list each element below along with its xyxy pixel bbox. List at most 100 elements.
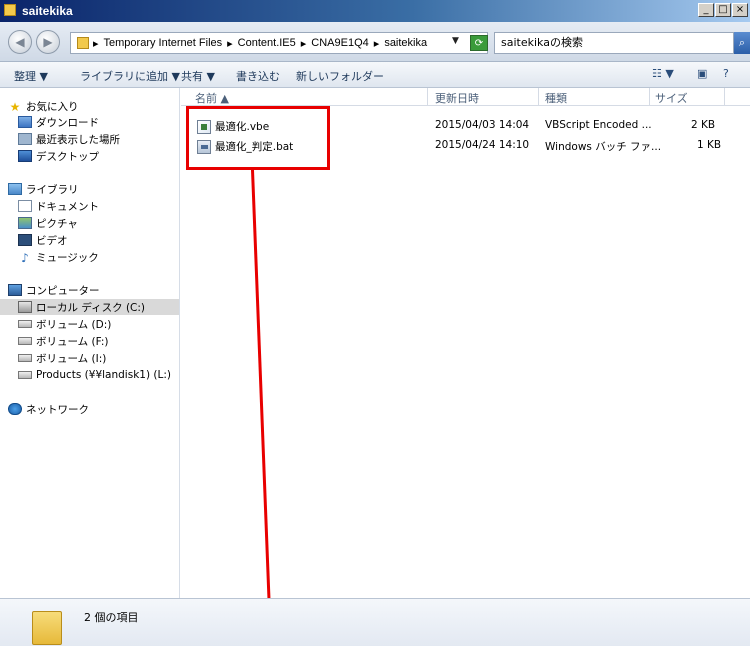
column-divider[interactable] <box>538 88 539 106</box>
nav-volume-d[interactable]: ボリューム (D:) <box>18 316 111 332</box>
column-header-name[interactable]: 名前 ▲ <box>195 90 229 106</box>
breadcrumb-separator: ▸ <box>93 37 99 50</box>
drive-icon <box>18 320 32 328</box>
file-size: 2 KB <box>691 119 716 131</box>
nav-pictures[interactable]: ピクチャ <box>18 215 78 231</box>
network-drive-icon <box>18 371 32 379</box>
breadcrumb-temporary-internet-files[interactable]: Temporary Internet Files <box>104 37 223 49</box>
nav-label: ライブラリ <box>26 183 79 196</box>
nav-volume-i[interactable]: ボリューム (I:) <box>18 350 106 366</box>
address-bar: ◀ ▶ ▸ Temporary Internet Files ▸ Content… <box>0 22 750 62</box>
file-size: 1 KB <box>697 139 722 151</box>
nav-label: ミュージック <box>36 251 99 264</box>
address-field[interactable]: ▸ Temporary Internet Files ▸ Content.IE5… <box>70 32 488 54</box>
network-icon <box>8 403 22 415</box>
nav-label: ボリューム (I:) <box>36 352 107 365</box>
nav-label: コンピューター <box>26 284 100 297</box>
item-count: 2 個の項目 <box>84 611 139 624</box>
picture-icon <box>18 217 32 229</box>
nav-desktop[interactable]: デスクトップ <box>18 148 99 164</box>
nav-recent-places[interactable]: 最近表示した場所 <box>18 131 120 147</box>
breadcrumb-separator: ▸ <box>373 37 380 50</box>
refresh-icon[interactable]: ⟳ <box>470 35 488 51</box>
column-header-size[interactable]: サイズ <box>655 90 688 106</box>
help-icon[interactable]: ? <box>723 67 729 80</box>
nav-label: ボリューム (D:) <box>36 318 112 331</box>
nav-label: ダウンロード <box>36 116 99 129</box>
nav-downloads[interactable]: ダウンロード <box>18 114 99 130</box>
annotation-highlight-box <box>186 106 330 170</box>
nav-computer[interactable]: コンピューター <box>8 282 100 298</box>
forward-button[interactable]: ▶ <box>36 30 60 54</box>
details-pane: 2 個の項目 <box>0 598 750 646</box>
drive-icon <box>18 337 32 345</box>
burn-button[interactable]: 書き込む <box>236 68 280 84</box>
nav-label: お気に入り <box>26 100 79 113</box>
drive-icon <box>18 354 32 362</box>
organize-button[interactable]: 整理 ▼ <box>14 68 48 84</box>
nav-volume-f[interactable]: ボリューム (F:) <box>18 333 108 349</box>
nav-label: 最近表示した場所 <box>36 133 120 146</box>
nav-label: ボリューム (F:) <box>36 335 109 348</box>
document-icon <box>18 200 32 212</box>
nav-label: デスクトップ <box>36 150 99 163</box>
system-drive-icon <box>18 301 32 313</box>
folder-icon <box>4 4 16 16</box>
nav-videos[interactable]: ビデオ <box>18 232 68 248</box>
add-to-library-button[interactable]: ライブラリに追加 ▼ <box>80 68 180 84</box>
folder-large-icon <box>32 611 62 645</box>
video-icon <box>18 234 32 246</box>
nav-label: ネットワーク <box>26 403 89 416</box>
chevron-down-icon[interactable]: ▼ <box>452 36 459 46</box>
download-folder-icon <box>18 116 32 128</box>
minimize-button[interactable]: _ <box>698 3 714 17</box>
maximize-button[interactable]: □ <box>715 3 731 17</box>
search-icon[interactable]: ⌕ <box>734 32 750 54</box>
window-title: saitekika <box>22 4 73 18</box>
breadcrumb-content-ie5[interactable]: Content.IE5 <box>238 37 296 49</box>
nav-products-l[interactable]: Products (¥¥landisk1) (L:) <box>18 367 171 383</box>
nav-label: ビデオ <box>36 234 68 247</box>
close-button[interactable]: × <box>732 3 748 17</box>
column-divider[interactable] <box>724 88 725 106</box>
column-header-date[interactable]: 更新日時 <box>435 90 479 106</box>
file-date: 2015/04/03 14:04 <box>435 119 530 131</box>
breadcrumb-saitekika[interactable]: saitekika <box>384 37 427 49</box>
desktop-icon <box>18 150 32 162</box>
breadcrumb-separator: ▸ <box>227 37 233 50</box>
column-header-row: 名前 ▲ 更新日時 種類 サイズ <box>181 88 750 106</box>
library-icon <box>8 183 22 195</box>
new-folder-button[interactable]: 新しいフォルダー <box>296 68 384 84</box>
breadcrumb-cna9e1q4[interactable]: CNA9E1Q4 <box>311 37 368 49</box>
view-options-icon[interactable]: ☷ ▼ <box>652 67 674 80</box>
nav-music[interactable]: ♪ ミュージック <box>18 249 99 265</box>
nav-network[interactable]: ネットワーク <box>8 401 89 417</box>
column-divider[interactable] <box>649 88 650 106</box>
nav-label: ドキュメント <box>36 200 99 213</box>
computer-icon <box>8 284 22 296</box>
search-input[interactable]: saitekikaの検索 <box>494 32 734 54</box>
star-icon: ★ <box>9 100 21 114</box>
nav-label: ローカル ディスク (C:) <box>36 301 146 314</box>
breadcrumb-separator: ▸ <box>300 37 307 50</box>
nav-label: ピクチャ <box>36 217 78 230</box>
nav-label: Products (¥¥landisk1) (L:) <box>36 369 171 381</box>
recent-places-icon <box>18 133 32 145</box>
nav-favorites[interactable]: ★ お気に入り <box>8 98 79 114</box>
folder-icon <box>77 37 89 49</box>
file-type: Windows バッチ ファ... <box>545 141 662 153</box>
preview-pane-icon[interactable]: ▣ <box>697 67 707 80</box>
nav-documents[interactable]: ドキュメント <box>18 198 99 214</box>
window-controls: _ □ × <box>698 3 748 17</box>
nav-local-disk-c[interactable]: ローカル ディスク (C:) <box>0 299 179 315</box>
navigation-pane: ★ お気に入り ダウンロード 最近表示した場所 デスクトップ ライブラリ ドキュ… <box>0 88 180 598</box>
column-divider[interactable] <box>427 88 428 106</box>
command-bar: 整理 ▼ ライブラリに追加 ▼ 共有 ▼ 書き込む 新しいフォルダー ☷ ▼ ▣… <box>0 62 750 88</box>
share-button[interactable]: 共有 ▼ <box>181 68 215 84</box>
music-icon: ♪ <box>21 251 29 265</box>
file-date: 2015/04/24 14:10 <box>435 139 530 151</box>
back-button[interactable]: ◀ <box>8 30 32 54</box>
column-header-type[interactable]: 種類 <box>545 90 567 106</box>
title-bar: saitekika _ □ × <box>0 0 750 22</box>
nav-libraries[interactable]: ライブラリ <box>8 181 79 197</box>
